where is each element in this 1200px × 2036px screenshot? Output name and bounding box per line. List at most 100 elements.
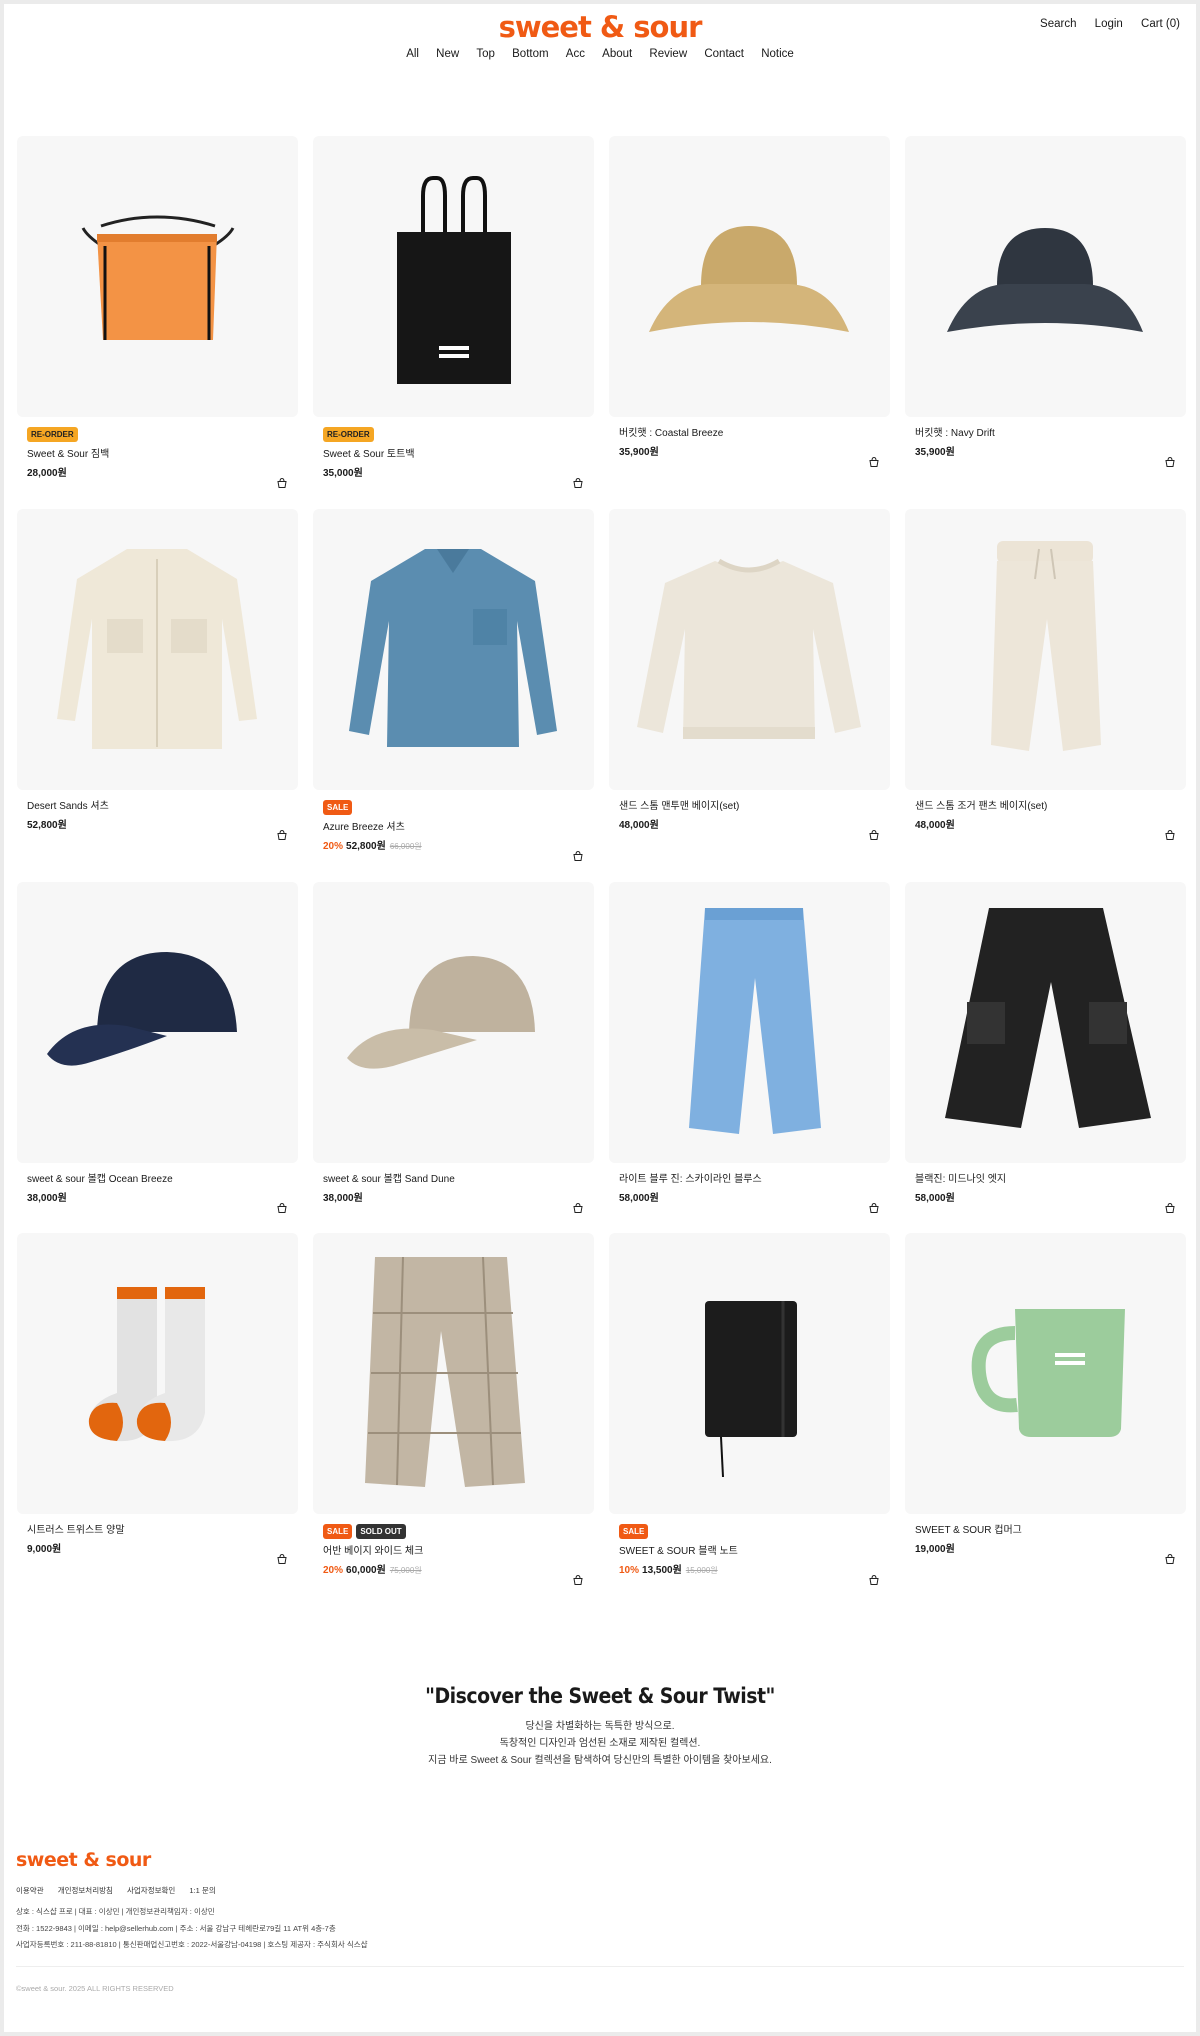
product-image[interactable] [313,509,594,790]
product-image[interactable] [17,882,298,1163]
product-info: 샌드 스톰 맨투맨 베이지(set) 48,000원 [609,790,890,880]
login-link[interactable]: Login [1095,18,1123,30]
nav-bottom[interactable]: Bottom [512,48,548,60]
nav-notice[interactable]: Notice [761,48,794,60]
product-image[interactable] [609,882,890,1163]
add-to-cart-icon[interactable] [276,476,288,488]
badge-row: SALE [619,1524,880,1539]
add-to-cart-icon[interactable] [572,476,584,488]
product-card[interactable]: 버킷햇 : Navy Drift 35,900원 [905,136,1186,507]
add-to-cart-icon[interactable] [1164,455,1176,467]
product-name[interactable]: 버킷햇 : Coastal Breeze [619,427,880,441]
product-name[interactable]: 라이트 블루 진: 스카이라인 블루스 [619,1173,880,1187]
add-to-cart-icon[interactable] [572,1201,584,1213]
add-to-cart-icon[interactable] [868,1573,880,1585]
product-image[interactable] [905,882,1186,1163]
product-card[interactable]: RE-ORDER Sweet & Sour 짐백 28,000원 [17,136,298,507]
product-card[interactable]: SALE Azure Breeze 셔츠 20% 52,800원 66,000원 [313,509,594,880]
product-price-row: 35,900원 [619,446,880,460]
product-image[interactable] [609,509,890,790]
product-card[interactable]: 라이트 블루 진: 스카이라인 블루스 58,000원 [609,882,890,1253]
add-to-cart-icon[interactable] [868,828,880,840]
product-name[interactable]: Sweet & Sour 토트백 [323,448,584,462]
add-to-cart-icon[interactable] [276,1201,288,1213]
product-image[interactable] [17,1233,298,1514]
product-image[interactable] [609,136,890,417]
discount-rate: 10% [619,1565,640,1576]
site-logo[interactable]: sweet & sour [4,10,1196,44]
add-to-cart-icon[interactable] [868,455,880,467]
product-card[interactable]: 샌드 스톰 조거 팬츠 베이지(set) 48,000원 [905,509,1186,880]
product-card[interactable]: SALE SOLD OUT 어반 베이지 와이드 체크 20% 60,000원 75,00… [313,1233,594,1604]
nav-top[interactable]: Top [476,48,495,60]
product-name[interactable]: 어반 베이지 와이드 체크 [323,1545,584,1559]
bucket-hat-tan-icon [649,226,849,332]
product-image[interactable] [905,1233,1186,1514]
nav-about[interactable]: About [602,48,632,60]
add-to-cart-icon[interactable] [1164,1201,1176,1213]
product-image[interactable] [609,1233,890,1514]
product-card[interactable]: Desert Sands 셔츠 52,800원 [17,509,298,880]
product-name[interactable]: Azure Breeze 셔츠 [323,821,584,835]
footer-link-terms[interactable]: 이용약관 [16,1886,44,1895]
product-name[interactable]: Desert Sands 셔츠 [27,800,288,814]
add-to-cart-icon[interactable] [868,1201,880,1213]
product-price: 48,000원 [619,820,659,831]
product-image[interactable] [313,882,594,1163]
product-card[interactable]: 샌드 스톰 맨투맨 베이지(set) 48,000원 [609,509,890,880]
product-image[interactable] [905,136,1186,417]
footer-logo[interactable]: sweet & sour [16,1849,151,1871]
product-price: 19,000원 [915,1544,955,1555]
product-info: 시트러스 트위스트 양말 9,000원 [17,1514,298,1604]
product-name[interactable]: 샌드 스톰 조거 팬츠 베이지(set) [915,800,1176,814]
add-to-cart-icon[interactable] [1164,828,1176,840]
footer-link-inquiry[interactable]: 1:1 문의 [189,1886,215,1895]
discount-rate: 20% [323,1565,344,1576]
nav-contact[interactable]: Contact [704,48,744,60]
footer-link-privacy[interactable]: 개인정보처리방침 [58,1886,113,1895]
product-card[interactable]: 버킷햇 : Coastal Breeze 35,900원 [609,136,890,507]
product-card[interactable]: sweet & sour 볼캡 Sand Dune 38,000원 [313,882,594,1253]
copyright: ©sweet & sour. 2025 ALL RIGHTS RESERVED [16,1984,174,1993]
product-name[interactable]: 시트러스 트위스트 양말 [27,1524,288,1538]
add-to-cart-icon[interactable] [1164,1552,1176,1564]
product-image[interactable] [313,136,594,417]
product-name[interactable]: 버킷햇 : Navy Drift [915,427,1176,441]
product-name[interactable]: Sweet & Sour 짐백 [27,448,288,462]
product-image[interactable] [17,509,298,790]
add-to-cart-icon[interactable] [276,828,288,840]
product-card[interactable]: 블랙진: 미드나잇 엣지 58,000원 [905,882,1186,1253]
cap-navy-icon [47,952,237,1066]
add-to-cart-icon[interactable] [572,1573,584,1585]
reorder-badge: RE-ORDER [323,427,374,442]
product-card[interactable]: SALE SWEET & SOUR 블랙 노트 10% 13,500원 15,000원 [609,1233,890,1604]
product-name[interactable]: 블랙진: 미드나잇 엣지 [915,1173,1176,1187]
footer-link-business[interactable]: 사업자정보확인 [127,1886,175,1895]
product-name[interactable]: 샌드 스톰 맨투맨 베이지(set) [619,800,880,814]
cart-link[interactable]: Cart (0) [1141,18,1180,30]
add-to-cart-icon[interactable] [572,849,584,861]
product-image[interactable] [905,509,1186,790]
discount-rate: 20% [323,841,344,852]
footer-links: 이용약관 개인정보처리방침 사업자정보확인 1:1 문의 [16,1885,228,1896]
nav-review[interactable]: Review [649,48,687,60]
product-price-row: 35,000원 [323,467,584,481]
product-image[interactable] [17,136,298,417]
nav-acc[interactable]: Acc [566,48,585,60]
product-image[interactable] [313,1233,594,1514]
nav-new[interactable]: New [436,48,459,60]
search-link[interactable]: Search [1040,18,1076,30]
product-card[interactable]: SWEET & SOUR 컵머그 19,000원 [905,1233,1186,1604]
product-card[interactable]: 시트러스 트위스트 양말 9,000원 [17,1233,298,1604]
check-pants-icon [365,1256,525,1487]
product-card[interactable]: RE-ORDER Sweet & Sour 토트백 35,000원 [313,136,594,507]
product-price-row: 38,000원 [27,1192,288,1206]
product-name[interactable]: SWEET & SOUR 블랙 노트 [619,1545,880,1559]
product-card[interactable]: sweet & sour 볼캡 Ocean Breeze 38,000원 [17,882,298,1253]
product-name[interactable]: sweet & sour 볼캡 Ocean Breeze [27,1173,288,1187]
main-nav: All New Top Bottom Acc About Review Cont… [4,48,1196,60]
product-name[interactable]: sweet & sour 볼캡 Sand Dune [323,1173,584,1187]
nav-all[interactable]: All [406,48,419,60]
product-name[interactable]: SWEET & SOUR 컵머그 [915,1524,1176,1538]
add-to-cart-icon[interactable] [276,1552,288,1564]
